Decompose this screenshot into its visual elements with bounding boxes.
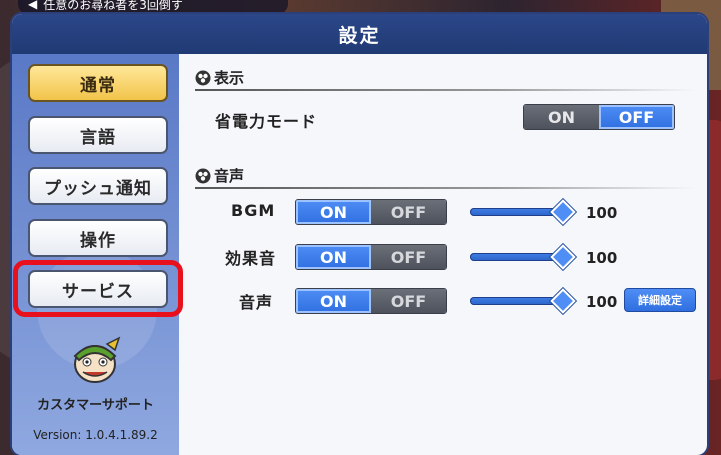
- service-highlight-frame: [13, 260, 183, 317]
- display-section-title: 表示: [214, 69, 245, 87]
- settings-sidebar: 通常 言語 プッシュ通知 操作 サービス カスタマーサポート Version: …: [12, 54, 183, 455]
- section-divider: [195, 187, 695, 189]
- tomoe-icon: [195, 168, 211, 183]
- support-mascot-icon[interactable]: [67, 334, 123, 386]
- dialog-title: 設定: [12, 14, 707, 54]
- bgm-off-option[interactable]: OFF: [371, 200, 446, 224]
- customer-support-link[interactable]: カスタマーサポート: [12, 394, 179, 413]
- slider-thumb[interactable]: [550, 199, 576, 225]
- voice-off-option[interactable]: OFF: [371, 289, 446, 313]
- sfx-volume-value: 100: [586, 249, 618, 267]
- power-saving-off-option[interactable]: OFF: [599, 105, 674, 129]
- sound-section-title: 音声: [214, 167, 245, 185]
- slider-thumb[interactable]: [550, 288, 576, 314]
- sound-section-header: 音声: [195, 165, 244, 186]
- quest-banner[interactable]: ◀ 任意のお尋ね者を3回倒す: [18, 0, 288, 14]
- section-divider: [195, 89, 695, 91]
- power-saving-toggle[interactable]: ON OFF: [523, 104, 675, 130]
- sidebar-item-push-notification[interactable]: プッシュ通知: [28, 167, 168, 205]
- sfx-off-option[interactable]: OFF: [371, 245, 446, 269]
- bgm-volume-value: 100: [586, 204, 618, 222]
- sfx-volume-slider[interactable]: [470, 244, 576, 270]
- sfx-on-option[interactable]: ON: [296, 245, 371, 269]
- slider-thumb[interactable]: [550, 244, 576, 270]
- bgm-label: BGM: [231, 201, 276, 220]
- sidebar-item-general[interactable]: 通常: [28, 64, 168, 102]
- settings-content: 表示 省電力モード ON OFF 音声 BGM ON OFF 100 効果音 O…: [179, 54, 707, 455]
- version-label: Version: 1.0.4.1.89.2: [33, 428, 158, 442]
- sidebar-item-language[interactable]: 言語: [28, 116, 168, 154]
- voice-label: 音声: [239, 293, 274, 312]
- sfx-label: 効果音: [225, 249, 277, 268]
- chevron-left-icon[interactable]: ◀: [28, 0, 37, 11]
- power-saving-label: 省電力モード: [215, 112, 318, 131]
- voice-detail-settings-button[interactable]: 詳細設定: [624, 288, 696, 312]
- voice-volume-value: 100: [586, 293, 618, 311]
- quest-banner-text: 任意のお尋ね者を3回倒す: [43, 0, 183, 12]
- voice-volume-slider[interactable]: [470, 288, 576, 314]
- settings-dialog: 設定 通常 言語 プッシュ通知 操作 サービス カスタマーサポート Versio…: [12, 14, 707, 455]
- tomoe-icon: [195, 70, 211, 85]
- display-section-header: 表示: [195, 67, 244, 88]
- sfx-toggle[interactable]: ON OFF: [295, 244, 447, 270]
- bgm-volume-slider[interactable]: [470, 199, 576, 225]
- bgm-toggle[interactable]: ON OFF: [295, 199, 447, 225]
- sidebar-item-controls[interactable]: 操作: [28, 219, 168, 257]
- power-saving-on-option[interactable]: ON: [524, 105, 599, 129]
- voice-toggle[interactable]: ON OFF: [295, 288, 447, 314]
- bgm-on-option[interactable]: ON: [296, 200, 371, 224]
- voice-on-option[interactable]: ON: [296, 289, 371, 313]
